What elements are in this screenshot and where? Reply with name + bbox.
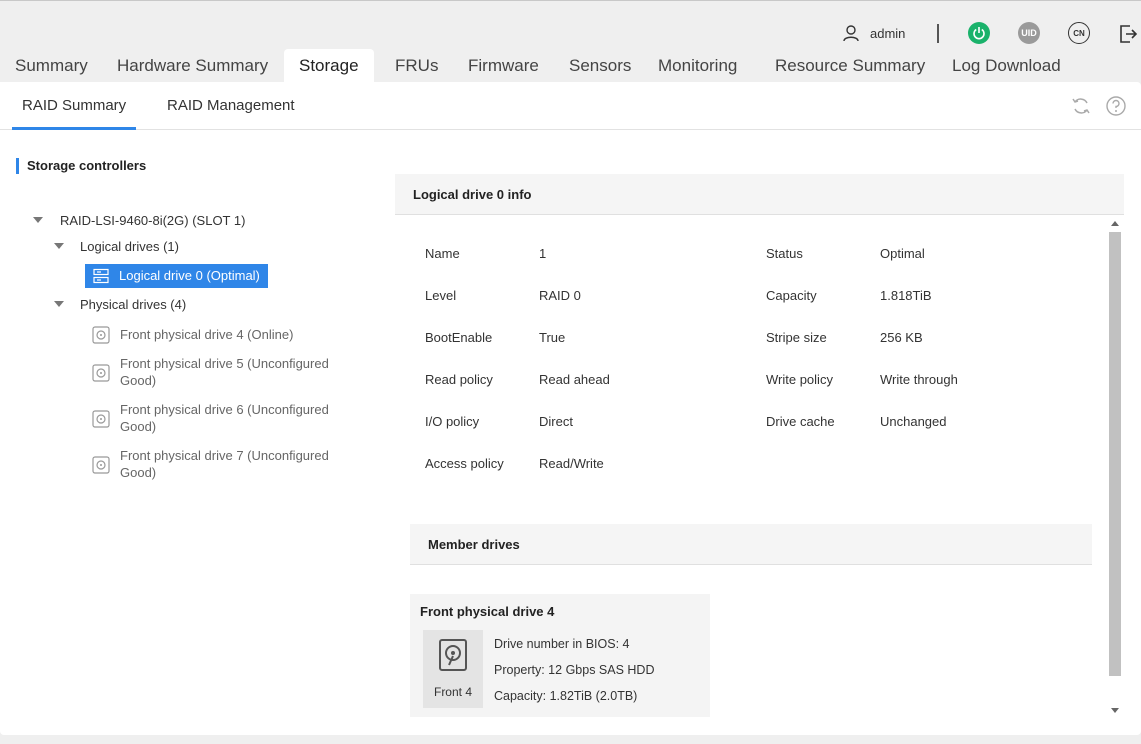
tree-controller[interactable]: RAID-LSI-9460-8i(2G) (SLOT 1) xyxy=(60,212,245,229)
logout-icon[interactable] xyxy=(1116,22,1140,46)
tree-logical-drive-label: Logical drive 0 (Optimal) xyxy=(119,268,260,283)
power-button[interactable] xyxy=(968,22,990,44)
tab-resource-summary[interactable]: Resource Summary xyxy=(775,49,925,83)
tab-log-download[interactable]: Log Download xyxy=(952,49,1061,83)
tab-raid-summary[interactable]: RAID Summary xyxy=(12,82,137,130)
hard-disk-icon xyxy=(439,639,467,671)
uid-button[interactable]: UID xyxy=(1018,22,1040,44)
field-label: Access policy xyxy=(425,456,504,471)
hard-disk-icon xyxy=(92,364,110,382)
user-name: admin xyxy=(870,25,906,41)
field-label: Write policy xyxy=(766,372,833,387)
power-icon xyxy=(973,27,985,40)
tab-sensors[interactable]: Sensors xyxy=(569,49,631,83)
main-panel: RAID Summary RAID Management Storage con… xyxy=(0,82,1141,735)
member-drives-header: Member drives xyxy=(410,524,1092,565)
field-value: Optimal xyxy=(880,246,925,261)
tree-physical-group[interactable]: Physical drives (4) xyxy=(80,296,186,313)
tree-physical-drive-6[interactable]: Front physical drive 6 (Unconfigured Goo… xyxy=(120,401,350,435)
expand-caret[interactable] xyxy=(33,217,43,223)
scrollbar-thumb[interactable] xyxy=(1109,232,1121,676)
tree-logical-group[interactable]: Logical drives (1) xyxy=(80,238,179,255)
member-drive-card[interactable]: Front physical drive 4 Front 4 Drive num… xyxy=(410,594,710,717)
help-icon[interactable] xyxy=(1105,95,1127,117)
section-title: Storage controllers xyxy=(16,158,146,174)
drive-capacity: Capacity: 1.82TiB (2.0TB) xyxy=(494,689,638,703)
user-menu[interactable]: admin xyxy=(842,23,905,43)
field-label: BootEnable xyxy=(425,330,493,345)
tab-hardware-summary[interactable]: Hardware Summary xyxy=(117,49,268,83)
field-label: Capacity xyxy=(766,288,817,303)
field-value: Read ahead xyxy=(539,372,610,387)
tree-physical-drive-5[interactable]: Front physical drive 5 (Unconfigured Goo… xyxy=(120,355,350,389)
field-value: Direct xyxy=(539,414,573,429)
hard-disk-icon xyxy=(92,326,110,344)
tab-raid-management[interactable]: RAID Management xyxy=(167,82,295,130)
expand-caret[interactable] xyxy=(54,243,64,249)
hard-disk-icon xyxy=(92,410,110,428)
field-value: 1 xyxy=(539,246,547,261)
tab-monitoring[interactable]: Monitoring xyxy=(658,49,737,83)
member-drive-title: Front physical drive 4 xyxy=(420,604,555,619)
field-value: True xyxy=(539,330,566,345)
tab-frus[interactable]: FRUs xyxy=(395,49,438,83)
field-label: Drive cache xyxy=(766,414,835,429)
field-value: Write through xyxy=(880,372,958,387)
drive-property: Property: 12 Gbps SAS HDD xyxy=(494,663,655,677)
expand-caret[interactable] xyxy=(54,301,64,307)
scrollbar[interactable] xyxy=(1108,217,1122,717)
top-bar: admin UID CN Summary Hardware Summary St… xyxy=(0,0,1141,83)
drive-image: Front 4 xyxy=(423,630,483,708)
field-label: Level xyxy=(425,288,457,303)
field-label: Status xyxy=(766,246,803,261)
tree-physical-drive-4[interactable]: Front physical drive 4 (Online) xyxy=(120,326,350,343)
divider xyxy=(937,24,939,43)
refresh-icon[interactable] xyxy=(1070,95,1092,117)
field-label: Stripe size xyxy=(766,330,827,345)
drive-bios-number: Drive number in BIOS: 4 xyxy=(494,637,630,651)
field-value: Unchanged xyxy=(880,414,947,429)
field-label: Read policy xyxy=(425,372,493,387)
language-button[interactable]: CN xyxy=(1068,22,1090,44)
field-label: I/O policy xyxy=(425,414,480,429)
scroll-up-arrow[interactable] xyxy=(1111,221,1119,226)
field-label: Name xyxy=(425,246,460,261)
user-icon xyxy=(843,25,859,42)
drive-image-label: Front 4 xyxy=(433,685,472,699)
tree-logical-drive-0[interactable]: Logical drive 0 (Optimal) xyxy=(85,264,268,288)
tab-firmware[interactable]: Firmware xyxy=(468,49,539,83)
sub-tabs: RAID Summary RAID Management xyxy=(0,82,1141,130)
field-value: 1.818TiB xyxy=(880,288,932,303)
info-header: Logical drive 0 info xyxy=(395,174,1124,215)
scroll-down-arrow[interactable] xyxy=(1111,708,1119,713)
tab-summary[interactable]: Summary xyxy=(15,49,88,83)
field-value: RAID 0 xyxy=(539,288,581,303)
hard-disk-icon xyxy=(92,456,110,474)
storage-drive-icon xyxy=(93,268,109,284)
tree-physical-drive-7[interactable]: Front physical drive 7 (Unconfigured Goo… xyxy=(120,447,350,481)
field-value: Read/Write xyxy=(539,456,604,471)
tab-storage[interactable]: Storage xyxy=(284,49,374,83)
field-value: 256 KB xyxy=(880,330,923,345)
